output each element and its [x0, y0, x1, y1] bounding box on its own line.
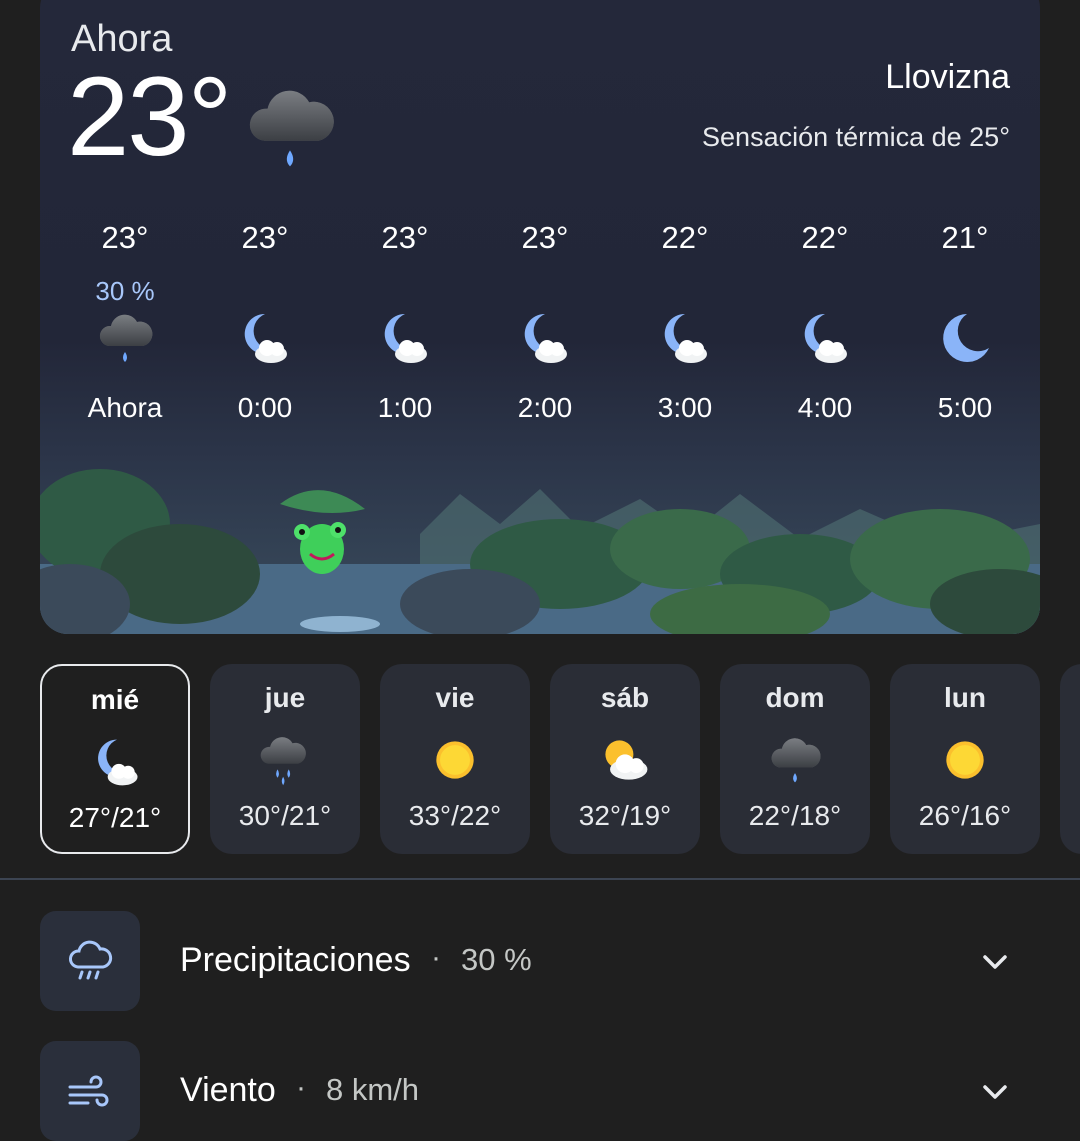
day-range: 33°/22°	[408, 800, 502, 831]
hourly-temp: 23°	[521, 220, 569, 255]
feels-like-text: Sensación térmica de 25°	[702, 122, 1010, 152]
day-card[interactable]: dom 22°/18°	[720, 664, 870, 854]
sun-icon	[937, 732, 993, 788]
day-range: 26°/16°	[918, 800, 1012, 831]
separator-dot: ·	[431, 941, 441, 974]
wind-icon	[68, 1075, 109, 1107]
moon-icon	[935, 308, 995, 368]
day-name: sáb	[600, 682, 650, 713]
day-range: 22°/18°	[748, 800, 842, 831]
day-card[interactable]: jue 30°/21°	[210, 664, 360, 854]
day-card-selected[interactable]: mié 27°/21°	[40, 664, 190, 854]
section-divider	[0, 878, 1080, 880]
hourly-temp: 23°	[381, 220, 429, 255]
sun-icon	[427, 732, 483, 788]
day-card[interactable]: vie 33°/22°	[380, 664, 530, 854]
condition-text: Llovizna	[885, 58, 1010, 96]
drizzle-cloud-icon	[95, 308, 155, 368]
hourly-time: 5:00	[937, 392, 993, 423]
day-card[interactable]: lun 26°/16°	[890, 664, 1040, 854]
hourly-time: 0:00	[237, 392, 293, 423]
day-range: 32°/19°	[578, 800, 672, 831]
hourly-time: 3:00	[657, 392, 713, 423]
icon-box	[40, 911, 140, 1011]
sun-cloud-icon	[597, 732, 653, 788]
moon-cloud-icon	[89, 734, 145, 790]
day-name: mié	[90, 684, 140, 715]
wind-label: Viento	[180, 1071, 276, 1109]
wind-row[interactable]: Viento · 8 km/h	[40, 1041, 1040, 1141]
day-name: jue	[264, 682, 306, 713]
current-weather-card[interactable]: Ahora 23° Llovizna Sensación térmica de …	[40, 0, 1040, 634]
hourly-time: 2:00	[517, 392, 573, 423]
chevron-down-icon[interactable]	[980, 1077, 1010, 1107]
day-range: 30°/21°	[238, 800, 332, 831]
moon-cloud-icon	[375, 308, 435, 368]
drizzle-cloud-icon	[242, 80, 338, 176]
precipitation-row[interactable]: Precipitaciones · 30 %	[40, 911, 1040, 1011]
rain-cloud-icon	[257, 732, 313, 788]
day-name: lun	[944, 682, 986, 713]
hourly-precip: 30 %	[95, 276, 155, 306]
separator-dot: ·	[296, 1071, 306, 1104]
hourly-time: Ahora	[87, 392, 163, 423]
current-temperature: 23°	[67, 54, 232, 179]
moon-cloud-icon	[655, 308, 715, 368]
day-name: vie	[435, 682, 475, 713]
moon-cloud-icon	[235, 308, 295, 368]
day-range: 27°/21°	[68, 802, 162, 833]
icon-box	[40, 1041, 140, 1141]
moon-cloud-icon	[795, 308, 855, 368]
rain-frog-illustration	[40, 469, 1040, 634]
moon-cloud-icon	[515, 308, 575, 368]
hourly-temp: 22°	[801, 220, 849, 255]
hourly-temp: 23°	[101, 220, 149, 255]
day-card[interactable]: sáb 32°/19°	[550, 664, 700, 854]
daily-forecast[interactable]: mié 27°/21° jue 30°/21° vie 33°/22° sáb …	[40, 664, 1080, 854]
chevron-down-icon[interactable]	[980, 947, 1010, 977]
precipitation-value: 30 %	[461, 942, 532, 977]
day-card-partial[interactable]	[1060, 664, 1080, 854]
hourly-temp: 22°	[661, 220, 709, 255]
drizzle-cloud-icon	[767, 732, 823, 788]
hourly-temp: 21°	[941, 220, 989, 255]
wind-value: 8 km/h	[326, 1072, 420, 1107]
hourly-forecast[interactable]: 23° 30 % Ahora 23° 0:00 23° 1:00 23° 2:0…	[40, 220, 1040, 460]
rain-outline-icon	[69, 940, 113, 980]
day-name: dom	[765, 682, 825, 713]
hourly-time: 4:00	[797, 392, 853, 423]
hourly-time: 1:00	[377, 392, 433, 423]
hourly-temp: 23°	[241, 220, 289, 255]
precipitation-label: Precipitaciones	[180, 941, 411, 979]
